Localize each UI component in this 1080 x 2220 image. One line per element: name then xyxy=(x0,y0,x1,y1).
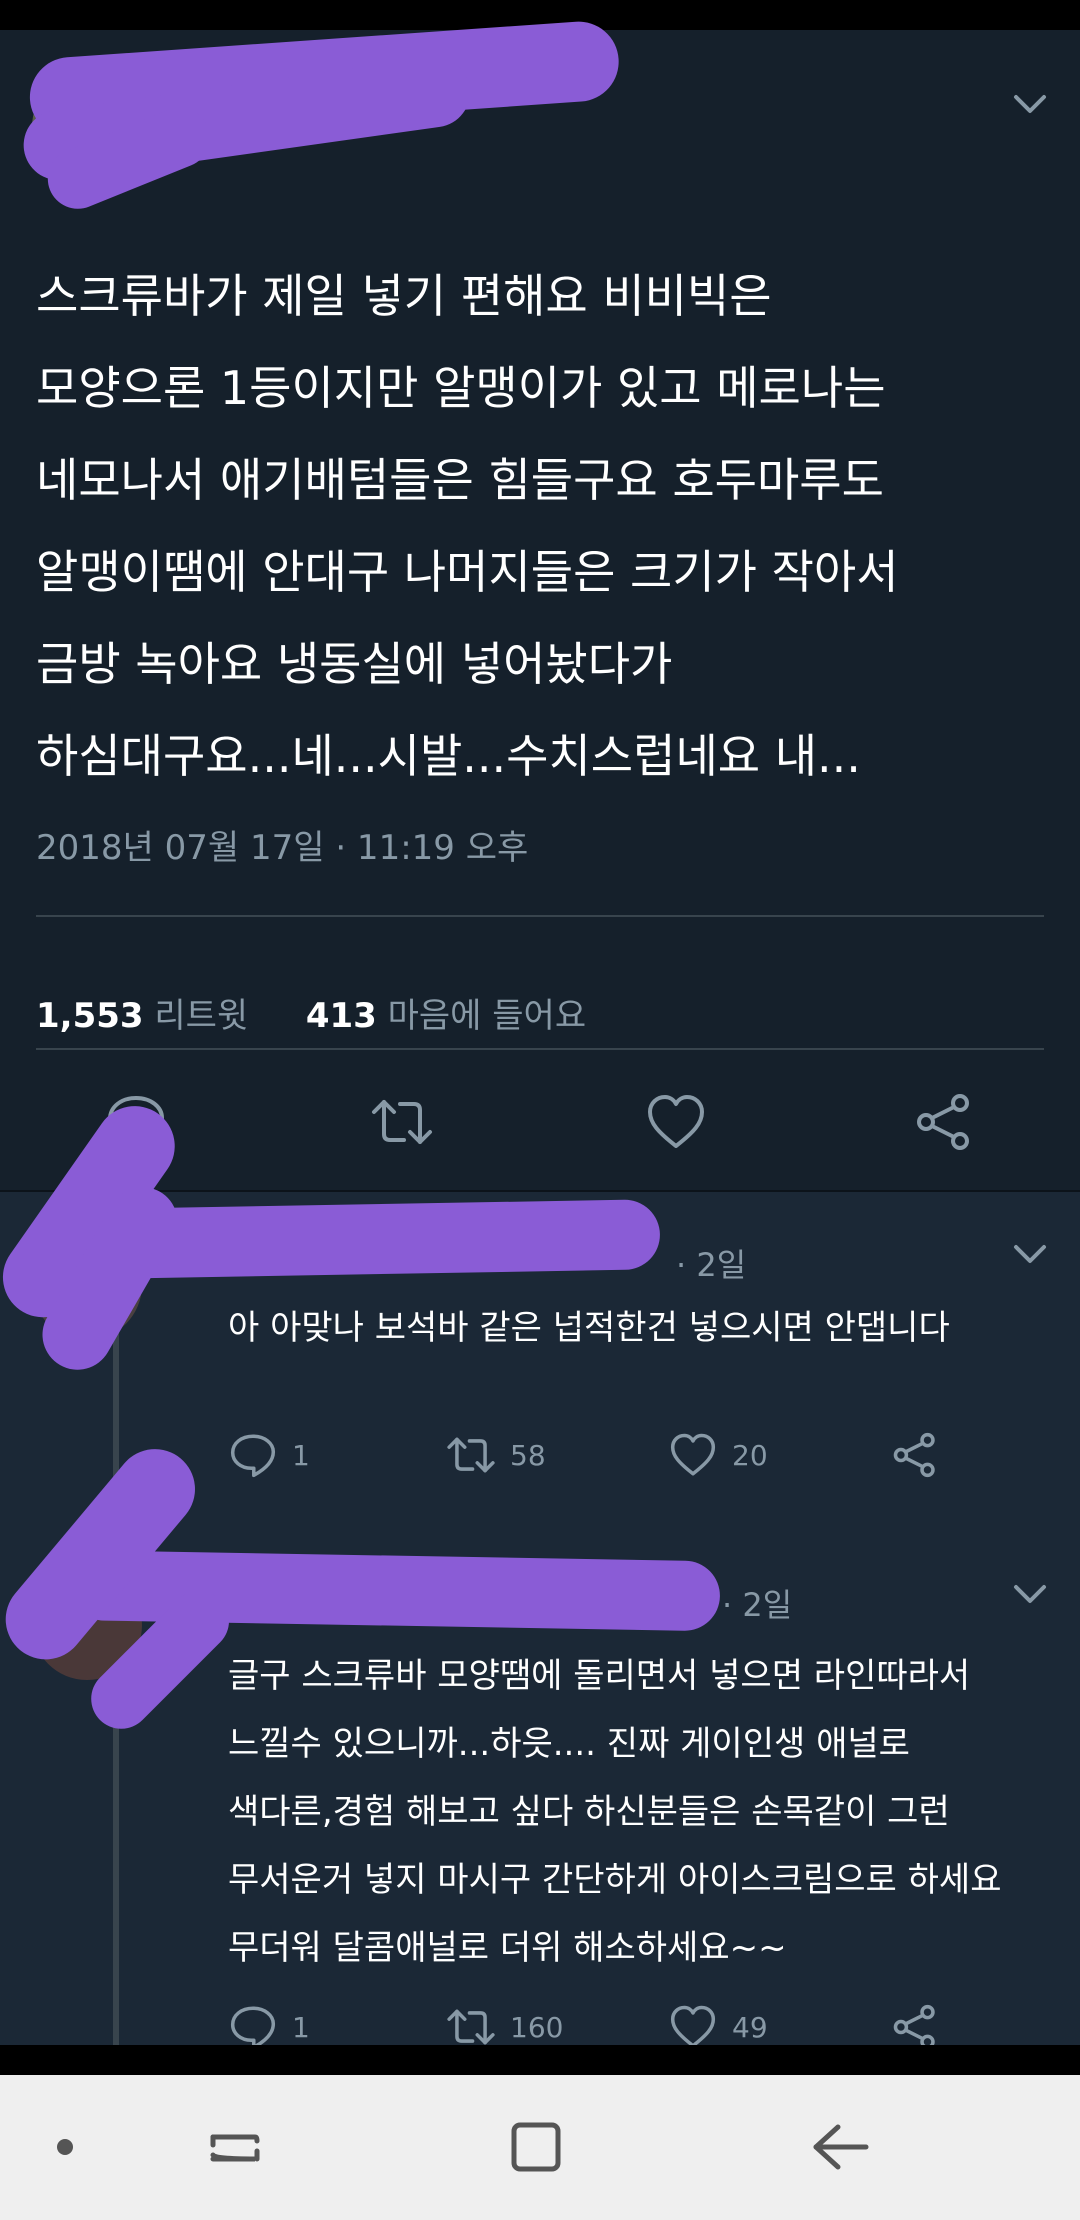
like-label[interactable]: 마음에 들어요 xyxy=(388,996,587,1036)
tweet-stats: 1,553 리트윗 413 마음에 들어요 xyxy=(36,988,586,1037)
like-count: 49 xyxy=(732,2010,768,2044)
like-count[interactable]: 413 xyxy=(306,996,377,1036)
retweet-count: 160 xyxy=(510,2010,564,2044)
recent-apps-icon[interactable] xyxy=(195,2107,275,2187)
retweet-count[interactable]: 1,553 xyxy=(36,996,144,1036)
reply-text: 글구 스크류바 모양땜에 돌리면서 넣으면 라인따라서 느낄수 있으니까...하… xyxy=(228,1642,1058,1982)
section-divider xyxy=(0,1190,1080,1192)
chevron-down-icon[interactable] xyxy=(1010,1235,1050,1275)
divider xyxy=(36,1048,1044,1050)
main-tweet: 스크류바가 제일 넣기 편해요 비비빅은 모양으론 1등이지만 알맹이가 있고 … xyxy=(0,18,1080,1190)
reply-text-line: 아 아맞나 보석바 같은 넙적한건 넣으시면 안댑니다 xyxy=(228,1308,950,1348)
phone-screen: 스크류바가 제일 넣기 편해요 비비빅은 모양으론 1등이지만 알맹이가 있고 … xyxy=(0,0,1080,2220)
tweet-text-line: 하심대구요...네...시발...수치스럽네요 내... xyxy=(36,729,861,783)
retweet-label[interactable]: 리트윗 xyxy=(154,996,248,1036)
like-count: 20 xyxy=(732,1438,768,1472)
chevron-down-icon[interactable] xyxy=(1010,1575,1050,1615)
share-icon[interactable] xyxy=(912,1090,976,1154)
retweet-icon[interactable] xyxy=(370,1090,434,1154)
reply-time: · 2일 xyxy=(676,1246,747,1284)
tweet-text-line: 네모나서 애기배텀들은 힘들구요 호두마루도 xyxy=(36,453,884,507)
reply-icon[interactable] xyxy=(228,1430,278,1480)
navigation-bar xyxy=(0,2075,1080,2220)
like-icon[interactable] xyxy=(668,1430,718,1480)
reply-text-line: 글구 스크류바 모양땜에 돌리면서 넣으면 라인따라서 xyxy=(228,1656,971,1696)
like-action[interactable]: 20 xyxy=(668,1430,768,1480)
tweet-text-line: 알맹이땜에 안대구 나머지들은 크기가 작아서 xyxy=(36,545,899,599)
reply-count: 1 xyxy=(292,1438,310,1472)
reply-text: 아 아맞나 보석바 같은 넙적한건 넣으시면 안댑니다 xyxy=(228,1294,1058,1362)
divider xyxy=(36,915,1044,917)
retweet-count: 58 xyxy=(510,1438,546,1472)
dot-indicator-icon[interactable] xyxy=(25,2107,105,2187)
reply-time: · 2일 xyxy=(722,1586,793,1624)
reply-action[interactable]: 1 xyxy=(228,1430,310,1480)
tweet-detail-view: 스크류바가 제일 넣기 편해요 비비빅은 모양으론 1등이지만 알맹이가 있고 … xyxy=(0,18,1080,2060)
retweet-action[interactable]: 58 xyxy=(446,1430,546,1480)
tweet-text: 스크류바가 제일 넣기 편해요 비비빅은 모양으론 1등이지만 알맹이가 있고 … xyxy=(36,250,1056,802)
back-icon[interactable] xyxy=(800,2107,880,2187)
home-icon[interactable] xyxy=(496,2107,576,2187)
bottom-edge xyxy=(0,2045,1080,2075)
chevron-down-icon[interactable] xyxy=(1010,85,1050,125)
retweet-icon[interactable] xyxy=(446,1430,496,1480)
tweet-timestamp: 2018년 07월 17일 · 11:19 오후 xyxy=(36,828,529,868)
tweet-text-line: 모양으론 1등이지만 알맹이가 있고 메로나는 xyxy=(36,361,886,415)
reply-text-line: 무더워 달콤애널로 더위 해소하세요~~ xyxy=(228,1928,787,1968)
reply-text-line: 느낄수 있으니까...하읏.... 진짜 게이인생 애널로 xyxy=(228,1724,910,1764)
like-icon[interactable] xyxy=(644,1090,708,1154)
reply-count: 1 xyxy=(292,2010,310,2044)
reply-text-line: 무서운거 넣지 마시구 간단하게 아이스크림으로 하세요 xyxy=(228,1860,1002,1900)
share-action[interactable] xyxy=(890,1430,940,1480)
tweet-text-line: 금방 녹아요 냉동실에 넣어놨다가 xyxy=(36,637,673,691)
tweet-text-line: 스크류바가 제일 넣기 편해요 비비빅은 xyxy=(36,269,772,323)
share-icon[interactable] xyxy=(890,1430,940,1480)
reply-text-line: 색다른,경험 해보고 싶다 하신분들은 손목같이 그런 xyxy=(228,1792,950,1832)
